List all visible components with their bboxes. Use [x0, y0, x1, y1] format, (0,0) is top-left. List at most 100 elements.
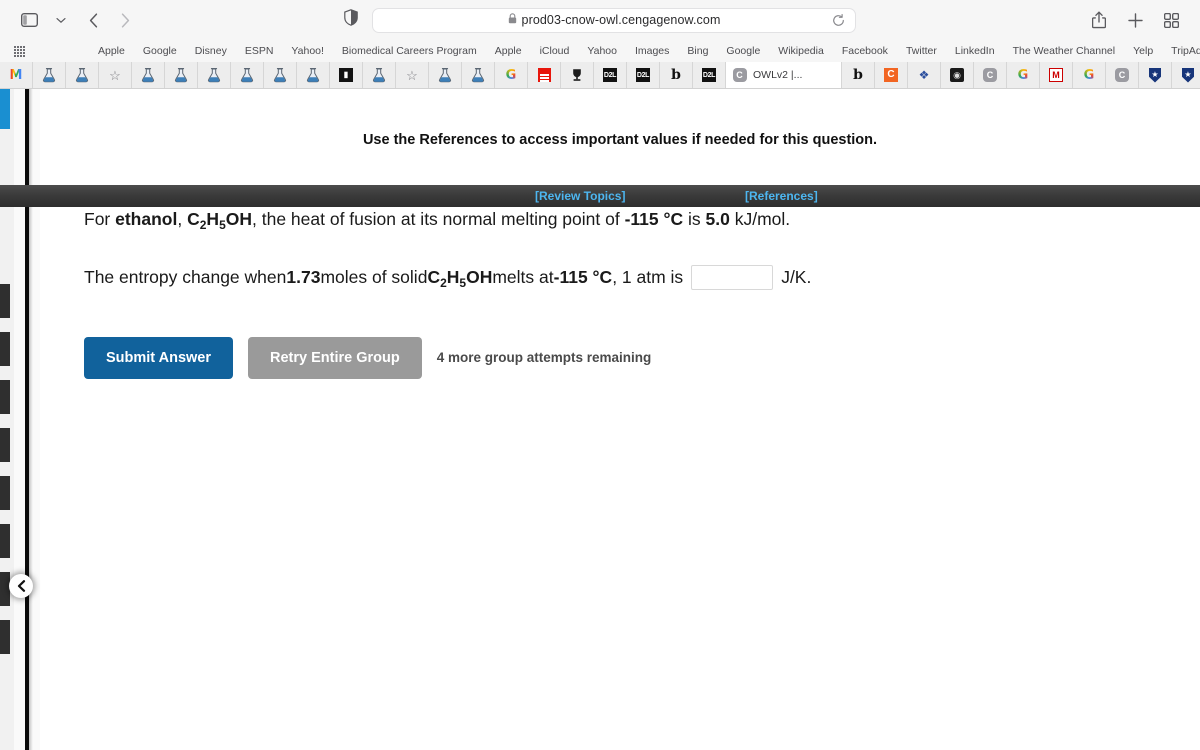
browser-tab[interactable] [231, 62, 264, 88]
browser-tab[interactable]: ☆ [99, 62, 132, 88]
favorite-item[interactable]: Twitter [897, 45, 946, 57]
entropy-answer-input[interactable] [691, 264, 774, 290]
burst-icon: ❖ [918, 68, 930, 82]
canvas-icon: C [884, 68, 899, 83]
browser-tab[interactable] [429, 62, 462, 88]
favorite-item[interactable]: Facebook [833, 45, 897, 57]
browser-tab[interactable] [132, 62, 165, 88]
dark-seal-icon: ◉ [950, 68, 965, 83]
browser-tab[interactable]: C [1106, 62, 1139, 88]
favorite-item[interactable]: Images [626, 45, 678, 57]
flask-icon [273, 67, 288, 83]
action-button-row: Submit Answer Retry Entire Group 4 more … [84, 336, 1200, 379]
browser-tab[interactable]: G [1073, 62, 1106, 88]
address-bar-area: prod03-cnow-owl.cengagenow.com [344, 7, 856, 33]
favorite-item[interactable]: The Weather Channel [1004, 45, 1125, 57]
chevron-down-icon[interactable] [46, 7, 76, 33]
browser-tab[interactable]: ◉ [941, 62, 974, 88]
browser-tab[interactable]: G [495, 62, 528, 88]
references-link[interactable]: [References] [745, 189, 818, 203]
sidebar-toggle-icon[interactable] [14, 7, 44, 33]
tab-overview-icon[interactable] [1156, 7, 1186, 33]
rail-item[interactable] [0, 476, 10, 510]
rail-item[interactable] [0, 524, 10, 558]
shield-star-icon: ★ [1181, 67, 1196, 83]
q2-formula-sub1: 2 [440, 276, 447, 291]
favorite-item[interactable]: Yahoo! [282, 45, 333, 57]
q2-part3: melts at [492, 267, 554, 288]
favorite-item[interactable]: Yelp [1124, 45, 1162, 57]
browser-tab[interactable]: D2L [693, 62, 726, 88]
rail-item[interactable] [0, 380, 10, 414]
browser-tab[interactable]: M [0, 62, 33, 88]
browser-tab[interactable] [165, 62, 198, 88]
rail-item[interactable] [0, 620, 10, 654]
favorite-item[interactable]: LinkedIn [946, 45, 1004, 57]
browser-tab[interactable]: C [875, 62, 908, 88]
favorite-item[interactable]: Google [717, 45, 769, 57]
rail-item[interactable] [0, 332, 10, 366]
favorite-item[interactable]: Apple [486, 45, 531, 57]
browser-tab[interactable] [462, 62, 495, 88]
favorite-item[interactable]: Bing [678, 45, 717, 57]
browser-tab[interactable]: M [1040, 62, 1073, 88]
browser-tab[interactable]: ★ [1139, 62, 1172, 88]
favorite-item[interactable]: ESPN [236, 45, 283, 57]
retry-entire-group-button[interactable]: Retry Entire Group [248, 336, 422, 379]
back-arrow-icon[interactable] [78, 7, 108, 33]
star-icon: ☆ [406, 67, 418, 83]
browser-tab[interactable] [363, 62, 396, 88]
submit-answer-button[interactable]: Submit Answer [84, 336, 234, 379]
share-icon[interactable] [1084, 7, 1114, 33]
browser-tab[interactable]: ☆ [396, 62, 429, 88]
q1-melting-point: -115 °C [624, 209, 684, 229]
favorite-item[interactable]: Google [134, 45, 186, 57]
browser-tab[interactable]: ❖ [908, 62, 941, 88]
browser-tab[interactable]: G [1007, 62, 1040, 88]
favorite-item[interactable]: iCloud [531, 45, 579, 57]
favorite-item[interactable]: Wikipedia [769, 45, 833, 57]
favorite-item[interactable]: Apple [89, 45, 134, 57]
favorite-item[interactable]: TripAdvisor [1162, 45, 1200, 57]
browser-tab[interactable]: b [660, 62, 693, 88]
q1-substance-name: ethanol [115, 209, 178, 229]
favorite-item[interactable]: Biomedical Careers Program [333, 45, 486, 57]
browser-tab[interactable] [198, 62, 231, 88]
browser-tab[interactable] [297, 62, 330, 88]
address-bar[interactable]: prod03-cnow-owl.cengagenow.com [372, 7, 856, 33]
browser-tab[interactable] [528, 62, 561, 88]
favorite-item[interactable]: Yahoo [578, 45, 626, 57]
q2-formula-sub2: 5 [459, 276, 467, 291]
favorite-item[interactable]: Disney [186, 45, 236, 57]
browser-tab[interactable] [33, 62, 66, 88]
q2-formula-c: C [427, 267, 441, 288]
browser-tab[interactable]: ★ [1172, 62, 1200, 88]
browser-tab[interactable]: ▮ [330, 62, 363, 88]
browser-toolbar: prod03-cnow-owl.cengagenow.com [0, 0, 1200, 40]
browser-tab[interactable] [264, 62, 297, 88]
sidebar-collapse-button[interactable] [9, 574, 33, 598]
flask-icon [174, 67, 189, 83]
reload-icon[interactable] [832, 13, 845, 27]
browser-tab-active[interactable]: C OWLv2 |... [726, 62, 842, 88]
page-viewport: [Review Topics] [References] Use the Ref… [0, 89, 1200, 750]
rail-item[interactable] [0, 284, 10, 318]
forward-arrow-icon[interactable] [110, 7, 140, 33]
q1-part1: For [84, 209, 116, 229]
references-notice: Use the References to access important v… [362, 132, 878, 148]
rail-item[interactable] [0, 428, 10, 462]
browser-tab[interactable]: D2L [627, 62, 660, 88]
browser-tab[interactable] [561, 62, 594, 88]
review-topics-link[interactable]: [Review Topics] [535, 189, 625, 203]
q1-formula-sub2: 5 [219, 218, 226, 232]
browser-tab[interactable]: C [974, 62, 1007, 88]
apps-grid-icon[interactable] [14, 45, 25, 57]
browser-tab[interactable]: b [842, 62, 875, 88]
browser-tab[interactable] [66, 62, 99, 88]
browser-tab[interactable]: D2L [594, 62, 627, 88]
privacy-shield-icon[interactable] [344, 9, 358, 31]
question-line-2: The entropy change when 1.73 moles of so… [84, 264, 1200, 290]
q2-part2: moles of solid [320, 267, 428, 288]
pen-black-icon: ▮ [339, 68, 354, 83]
plus-icon[interactable] [1120, 7, 1150, 33]
